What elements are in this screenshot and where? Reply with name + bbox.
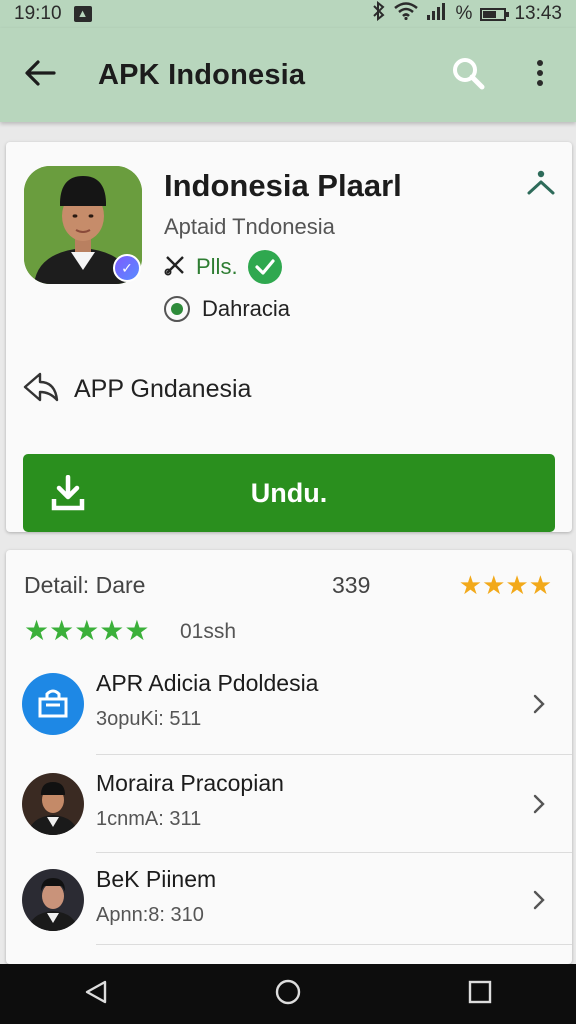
- list-item-subtitle: Apnn:8: 310: [96, 904, 204, 926]
- nav-back-button[interactable]: [56, 964, 136, 1024]
- detail-count: 339: [332, 572, 371, 598]
- chevron-right-icon: [526, 688, 552, 720]
- more-vert-icon: [536, 59, 544, 92]
- back-button[interactable]: [0, 28, 80, 122]
- app-developer: Aptaid Tndonesia: [164, 214, 335, 239]
- wifi-icon: [393, 2, 418, 26]
- scissors-icon: [164, 254, 186, 281]
- rating-stars-green: ★★★★★: [24, 615, 150, 646]
- app-bar: APK Indonesia: [0, 28, 576, 122]
- share-label: APP Gndanesia: [74, 375, 252, 403]
- app-name: Indonesia Plaarl: [164, 168, 402, 203]
- list-item-subtitle: 3opuKi: 511: [96, 708, 202, 730]
- list-item-title: BeK Piinem: [96, 866, 217, 892]
- navigation-bar: [0, 964, 576, 1024]
- search-icon: [451, 56, 485, 95]
- rating-count: 01ssh: [180, 620, 237, 643]
- nav-recents-button[interactable]: [440, 964, 520, 1024]
- nav-back-icon: [83, 979, 109, 1010]
- more-options-button[interactable]: [504, 28, 576, 122]
- battery-icon: [480, 7, 510, 21]
- signal-icon: [426, 2, 448, 26]
- store-bag-icon: [22, 673, 84, 735]
- list-item[interactable]: APR Adicia Pdoldesia 3opuKi: 511: [6, 656, 572, 752]
- divider: [96, 754, 572, 755]
- chevron-right-icon: [526, 884, 552, 916]
- list-item-title: APR Adicia Pdoldesia: [96, 670, 319, 696]
- nav-recents-icon: [468, 980, 492, 1009]
- detail-title: Detail: Dare: [24, 572, 146, 598]
- page-title: APK Indonesia: [98, 58, 306, 91]
- list-item[interactable]: Moraira Pracopian 1cnmA: 311: [6, 756, 572, 852]
- nav-home-icon: [274, 978, 302, 1011]
- list-item-title: Moraira Pracopian: [96, 770, 284, 796]
- battery-percent: %: [455, 3, 473, 24]
- notification-box-icon: ▲: [73, 6, 92, 22]
- share-row[interactable]: APP Gndanesia: [22, 370, 251, 409]
- person-up-icon: [526, 168, 556, 203]
- list-item-subtitle: 1cnmA: 311: [96, 808, 202, 830]
- collapse-button[interactable]: [522, 166, 560, 204]
- radio-selected-icon: [164, 296, 190, 322]
- status-bar: 19:10 ▲ % 13:43: [0, 0, 576, 28]
- radio-label: Dahracia: [202, 296, 291, 321]
- status-time-left: 19:10: [14, 3, 62, 24]
- badge-row: Plls.: [164, 250, 282, 284]
- person-avatar: [22, 869, 84, 931]
- share-icon: [22, 370, 60, 409]
- person-avatar: [22, 773, 84, 835]
- badge-label: Plls.: [196, 254, 238, 279]
- download-button[interactable]: Undu.: [23, 454, 555, 532]
- app-info-card: ✓ Indonesia Plaarl Aptaid Tndonesia Plls…: [6, 142, 572, 532]
- divider: [96, 944, 572, 945]
- nav-home-button[interactable]: [248, 964, 328, 1024]
- bluetooth-icon: [372, 0, 386, 27]
- rating-stars-orange: ★★★★: [458, 570, 552, 600]
- detail-card: Detail: Dare 339 ★★★★ ★★★★★ 01ssh APR Ad…: [6, 550, 572, 964]
- radio-option[interactable]: Dahracia: [164, 296, 290, 322]
- search-button[interactable]: [432, 28, 504, 122]
- verified-badge-icon: ✓: [113, 254, 141, 282]
- download-icon: [23, 475, 113, 511]
- check-circle-icon: [247, 250, 282, 284]
- list-item[interactable]: BeK Piinem Apnn:8: 310: [6, 852, 572, 948]
- chevron-right-icon: [526, 788, 552, 820]
- arrow-back-icon: [24, 59, 56, 92]
- status-time-right: 13:43: [514, 3, 562, 24]
